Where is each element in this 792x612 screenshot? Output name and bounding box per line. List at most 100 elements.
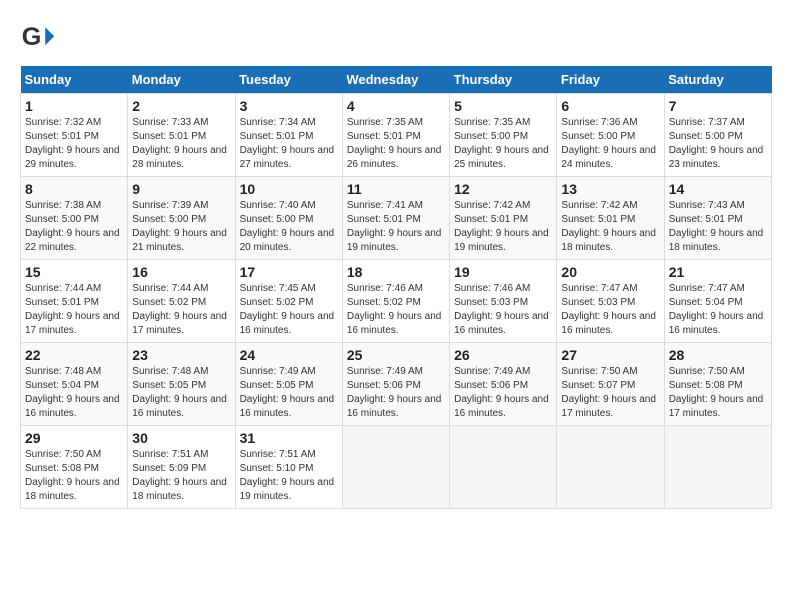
day-info: Sunrise: 7:51 AM Sunset: 5:09 PM Dayligh… (132, 448, 230, 504)
day-info: Sunrise: 7:33 AM Sunset: 5:01 PM Dayligh… (132, 116, 230, 172)
day-info: Sunrise: 7:49 AM Sunset: 5:06 PM Dayligh… (454, 365, 552, 421)
day-cell: 1 Sunrise: 7:32 AMSunset: 5:01 PMDayligh… (21, 94, 128, 177)
day-number: 31 (240, 430, 338, 446)
day-number: 1 (25, 98, 123, 114)
day-cell: 28 Sunrise: 7:50 AM Sunset: 5:08 PM Dayl… (664, 343, 771, 426)
day-info: Sunrise: 7:41 AM Sunset: 5:01 PM Dayligh… (347, 199, 445, 255)
day-number: 21 (669, 264, 767, 280)
header-row: Sunday Monday Tuesday Wednesday Thursday… (21, 66, 772, 94)
day-info: Sunrise: 7:46 AM Sunset: 5:02 PM Dayligh… (347, 282, 445, 338)
day-info: Sunrise: 7:46 AM Sunset: 5:03 PM Dayligh… (454, 282, 552, 338)
day-cell: 6 Sunrise: 7:36 AM Sunset: 5:00 PM Dayli… (557, 94, 664, 177)
day-number: 19 (454, 264, 552, 280)
calendar-row: 29 Sunrise: 7:50 AM Sunset: 5:08 PM Dayl… (21, 426, 772, 509)
day-cell: 22 Sunrise: 7:48 AM Sunset: 5:04 PM Dayl… (21, 343, 128, 426)
calendar-row: 1 Sunrise: 7:32 AMSunset: 5:01 PMDayligh… (21, 94, 772, 177)
day-info: Sunrise: 7:49 AM Sunset: 5:06 PM Dayligh… (347, 365, 445, 421)
day-cell: 7 Sunrise: 7:37 AM Sunset: 5:00 PM Dayli… (664, 94, 771, 177)
day-info: Sunrise: 7:47 AM Sunset: 5:04 PM Dayligh… (669, 282, 767, 338)
col-wednesday: Wednesday (342, 66, 449, 94)
day-info: Sunrise: 7:50 AM Sunset: 5:08 PM Dayligh… (25, 448, 123, 504)
day-number: 24 (240, 347, 338, 363)
day-number: 26 (454, 347, 552, 363)
day-info: Sunrise: 7:50 AM Sunset: 5:07 PM Dayligh… (561, 365, 659, 421)
logo: G (20, 20, 60, 56)
day-info: Sunrise: 7:39 AM Sunset: 5:00 PM Dayligh… (132, 199, 230, 255)
day-cell: 5 Sunrise: 7:35 AM Sunset: 5:00 PM Dayli… (450, 94, 557, 177)
day-cell: 16 Sunrise: 7:44 AM Sunset: 5:02 PM Dayl… (128, 260, 235, 343)
day-info: Sunrise: 7:36 AM Sunset: 5:00 PM Dayligh… (561, 116, 659, 172)
day-info: Sunrise: 7:43 AM Sunset: 5:01 PM Dayligh… (669, 199, 767, 255)
day-info: Sunrise: 7:51 AM Sunset: 5:10 PM Dayligh… (240, 448, 338, 504)
day-cell: 8 Sunrise: 7:38 AM Sunset: 5:00 PM Dayli… (21, 177, 128, 260)
day-info: Sunrise: 7:35 AM Sunset: 5:01 PM Dayligh… (347, 116, 445, 172)
day-info: Sunrise: 7:47 AM Sunset: 5:03 PM Dayligh… (561, 282, 659, 338)
day-info: Sunrise: 7:34 AM Sunset: 5:01 PM Dayligh… (240, 116, 338, 172)
day-cell: 30 Sunrise: 7:51 AM Sunset: 5:09 PM Dayl… (128, 426, 235, 509)
day-number: 2 (132, 98, 230, 114)
day-number: 8 (25, 181, 123, 197)
day-cell: 21 Sunrise: 7:47 AM Sunset: 5:04 PM Dayl… (664, 260, 771, 343)
day-cell: 15 Sunrise: 7:44 AM Sunset: 5:01 PM Dayl… (21, 260, 128, 343)
day-info: Sunrise: 7:44 AM Sunset: 5:02 PM Dayligh… (132, 282, 230, 338)
day-number: 13 (561, 181, 659, 197)
day-cell: 3 Sunrise: 7:34 AM Sunset: 5:01 PM Dayli… (235, 94, 342, 177)
day-cell: 26 Sunrise: 7:49 AM Sunset: 5:06 PM Dayl… (450, 343, 557, 426)
day-number: 17 (240, 264, 338, 280)
day-number: 12 (454, 181, 552, 197)
day-number: 29 (25, 430, 123, 446)
day-cell: 24 Sunrise: 7:49 AM Sunset: 5:05 PM Dayl… (235, 343, 342, 426)
day-info: Sunrise: 7:50 AM Sunset: 5:08 PM Dayligh… (669, 365, 767, 421)
day-number: 15 (25, 264, 123, 280)
calendar-row: 8 Sunrise: 7:38 AM Sunset: 5:00 PM Dayli… (21, 177, 772, 260)
col-saturday: Saturday (664, 66, 771, 94)
day-number: 9 (132, 181, 230, 197)
col-friday: Friday (557, 66, 664, 94)
day-info: Sunrise: 7:32 AMSunset: 5:01 PMDaylight:… (25, 116, 123, 172)
day-number: 10 (240, 181, 338, 197)
day-number: 16 (132, 264, 230, 280)
day-number: 30 (132, 430, 230, 446)
page-header: G (20, 20, 772, 56)
day-info: Sunrise: 7:42 AM Sunset: 5:01 PM Dayligh… (561, 199, 659, 255)
day-cell: 9 Sunrise: 7:39 AM Sunset: 5:00 PM Dayli… (128, 177, 235, 260)
day-number: 3 (240, 98, 338, 114)
day-cell: 23 Sunrise: 7:48 AM Sunset: 5:05 PM Dayl… (128, 343, 235, 426)
day-number: 20 (561, 264, 659, 280)
day-number: 25 (347, 347, 445, 363)
col-thursday: Thursday (450, 66, 557, 94)
day-info: Sunrise: 7:42 AM Sunset: 5:01 PM Dayligh… (454, 199, 552, 255)
calendar-row: 15 Sunrise: 7:44 AM Sunset: 5:01 PM Dayl… (21, 260, 772, 343)
logo-icon: G (20, 20, 56, 56)
empty-cell (450, 426, 557, 509)
day-number: 27 (561, 347, 659, 363)
day-cell: 13 Sunrise: 7:42 AM Sunset: 5:01 PM Dayl… (557, 177, 664, 260)
day-info: Sunrise: 7:49 AM Sunset: 5:05 PM Dayligh… (240, 365, 338, 421)
day-cell: 18 Sunrise: 7:46 AM Sunset: 5:02 PM Dayl… (342, 260, 449, 343)
day-number: 11 (347, 181, 445, 197)
empty-cell (664, 426, 771, 509)
col-tuesday: Tuesday (235, 66, 342, 94)
day-info: Sunrise: 7:48 AM Sunset: 5:05 PM Dayligh… (132, 365, 230, 421)
day-cell: 29 Sunrise: 7:50 AM Sunset: 5:08 PM Dayl… (21, 426, 128, 509)
day-cell: 31 Sunrise: 7:51 AM Sunset: 5:10 PM Dayl… (235, 426, 342, 509)
day-number: 4 (347, 98, 445, 114)
col-monday: Monday (128, 66, 235, 94)
day-info: Sunrise: 7:48 AM Sunset: 5:04 PM Dayligh… (25, 365, 123, 421)
day-cell: 11 Sunrise: 7:41 AM Sunset: 5:01 PM Dayl… (342, 177, 449, 260)
day-info: Sunrise: 7:40 AM Sunset: 5:00 PM Dayligh… (240, 199, 338, 255)
day-cell: 2 Sunrise: 7:33 AM Sunset: 5:01 PM Dayli… (128, 94, 235, 177)
day-number: 23 (132, 347, 230, 363)
day-cell: 4 Sunrise: 7:35 AM Sunset: 5:01 PM Dayli… (342, 94, 449, 177)
calendar-table: Sunday Monday Tuesday Wednesday Thursday… (20, 66, 772, 509)
day-number: 14 (669, 181, 767, 197)
day-cell: 19 Sunrise: 7:46 AM Sunset: 5:03 PM Dayl… (450, 260, 557, 343)
day-number: 28 (669, 347, 767, 363)
day-number: 22 (25, 347, 123, 363)
day-cell: 25 Sunrise: 7:49 AM Sunset: 5:06 PM Dayl… (342, 343, 449, 426)
svg-text:G: G (22, 23, 42, 51)
col-sunday: Sunday (21, 66, 128, 94)
day-cell: 27 Sunrise: 7:50 AM Sunset: 5:07 PM Dayl… (557, 343, 664, 426)
day-info: Sunrise: 7:38 AM Sunset: 5:00 PM Dayligh… (25, 199, 123, 255)
day-info: Sunrise: 7:44 AM Sunset: 5:01 PM Dayligh… (25, 282, 123, 338)
